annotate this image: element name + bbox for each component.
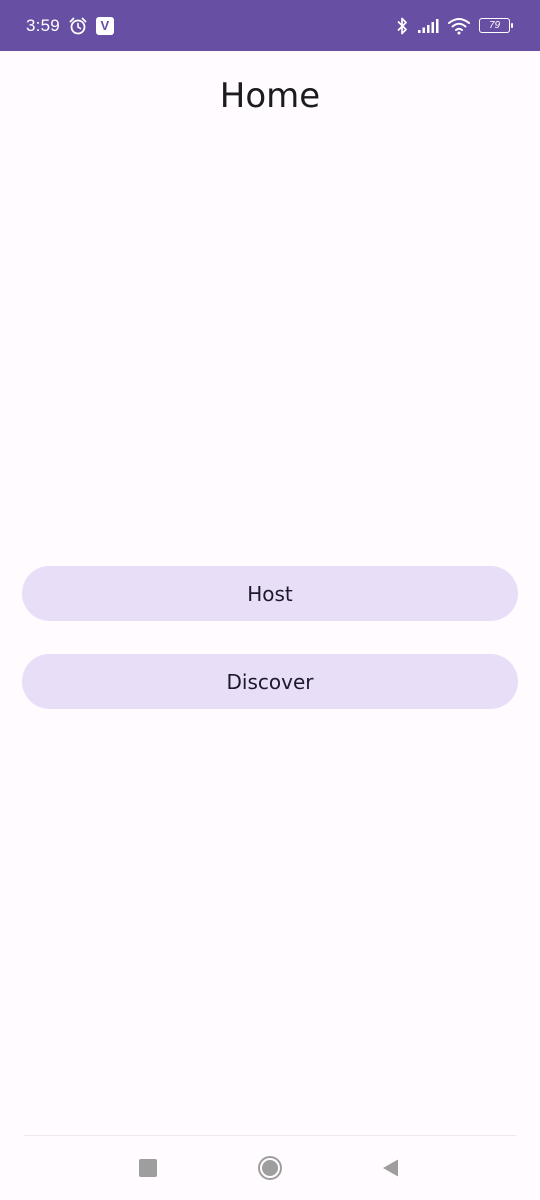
battery-level: 79 [488, 20, 501, 31]
home-icon[interactable] [258, 1156, 282, 1180]
navigation-bar [0, 1136, 540, 1200]
battery-icon: 79 [479, 18, 513, 33]
status-time: 3:59 [26, 15, 60, 35]
bluetooth-icon [395, 16, 409, 36]
back-icon[interactable] [381, 1158, 401, 1183]
status-left: 3:59 V [26, 16, 114, 36]
host-button[interactable]: Host [22, 566, 518, 621]
alarm-icon [68, 16, 88, 36]
wifi-icon [447, 17, 471, 35]
discover-button[interactable]: Discover [22, 654, 518, 709]
app-v-icon: V [95, 16, 114, 35]
recent-apps-icon[interactable] [139, 1159, 157, 1177]
home-icon-inner [262, 1160, 278, 1176]
page-title: Home [219, 76, 321, 116]
status-bar: 3:59 V 79 [0, 0, 540, 51]
signal-icon [417, 18, 439, 34]
status-right: 79 [395, 16, 513, 36]
